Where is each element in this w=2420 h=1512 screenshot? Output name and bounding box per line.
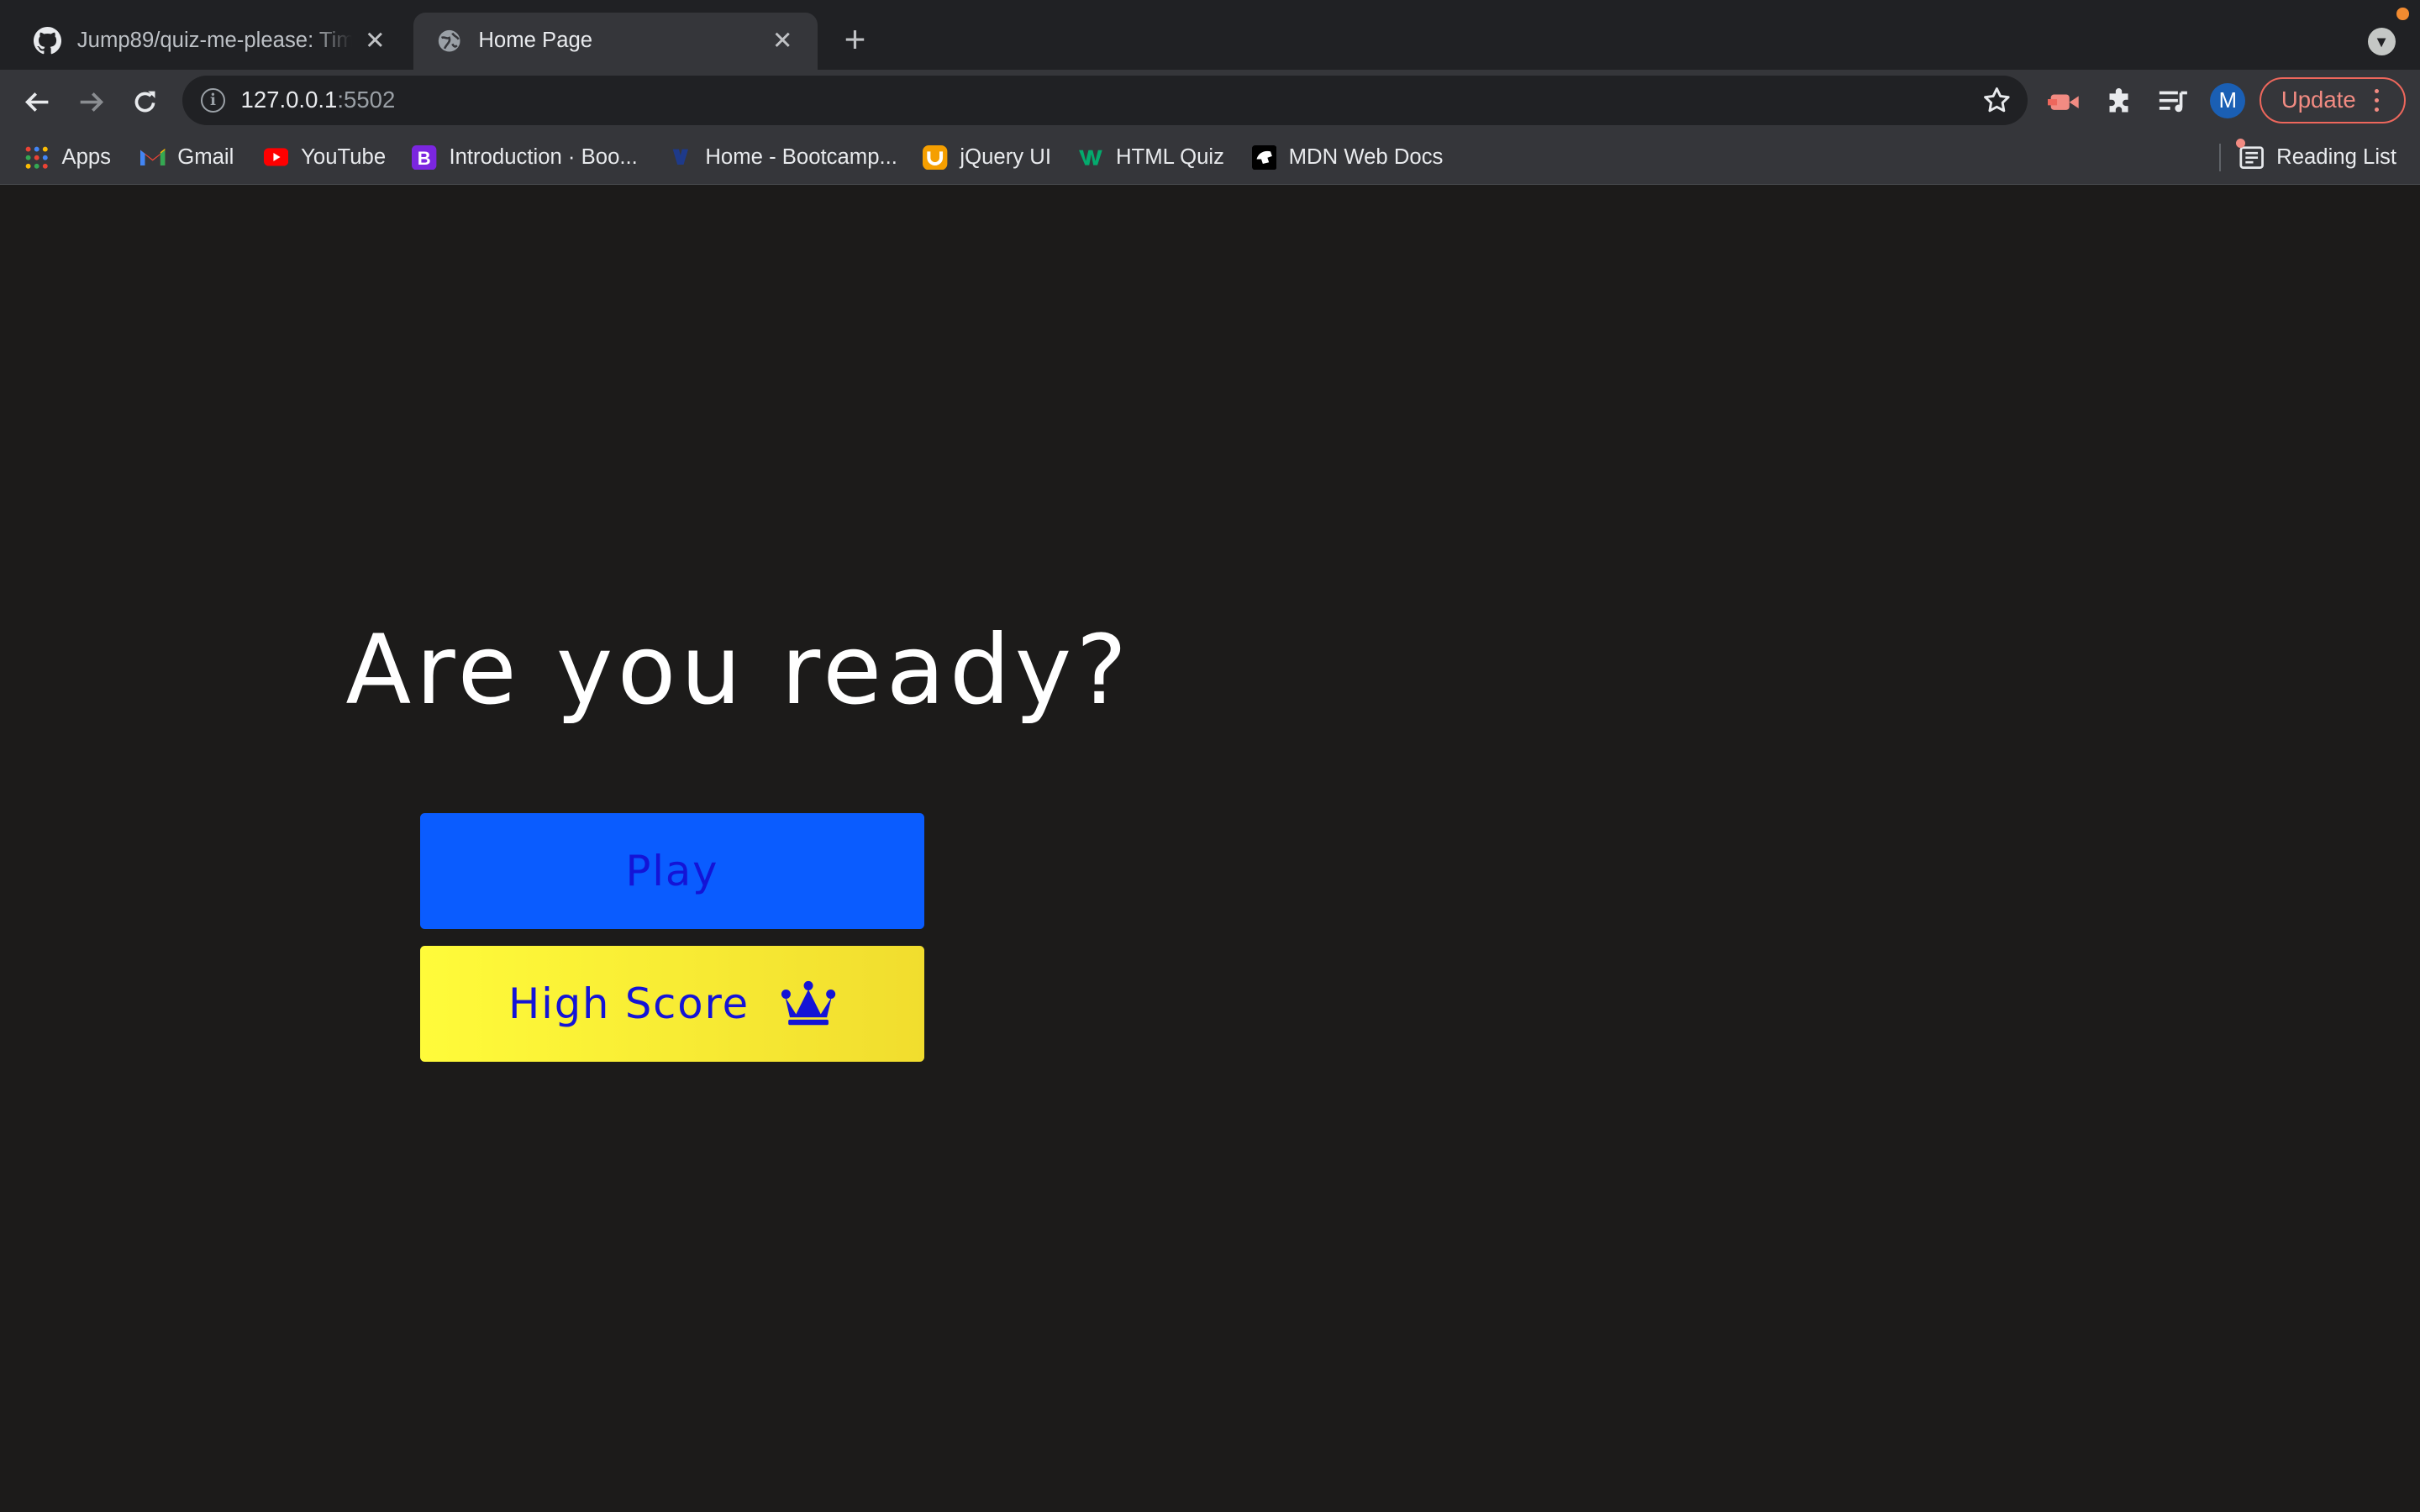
site-info-icon[interactable]: i bbox=[200, 87, 226, 113]
page-content: Are you ready? Play High Score bbox=[0, 186, 2420, 1512]
reload-icon[interactable] bbox=[125, 81, 166, 122]
bookmark-jquery-ui[interactable]: jQuery UI bbox=[923, 144, 1051, 171]
bookmark-label: HTML Quiz bbox=[1115, 144, 1224, 169]
gmail-icon bbox=[140, 145, 166, 170]
address-bar[interactable]: i 127.0.0.1:5502 bbox=[182, 75, 2028, 125]
reading-list-button[interactable]: Reading List bbox=[2236, 139, 2397, 171]
bookmark-gmail[interactable]: Gmail bbox=[140, 144, 234, 171]
bookmark-label: Apps bbox=[61, 144, 112, 169]
bookmark-introduction-boo[interactable]: B Introduction · Boo... bbox=[412, 144, 638, 171]
bookmark-youtube[interactable]: YouTube bbox=[264, 144, 386, 171]
page-headline: Are you ready? bbox=[345, 614, 1132, 726]
play-button[interactable]: Play bbox=[419, 812, 925, 929]
extensions-puzzle-icon[interactable] bbox=[2099, 81, 2139, 122]
bookmark-label: jQuery UI bbox=[960, 144, 1051, 169]
bookmark-label: Gmail bbox=[177, 144, 234, 169]
bookmark-mdn-web-docs[interactable]: MDN Web Docs bbox=[1251, 144, 1444, 171]
reading-list-icon bbox=[2236, 139, 2265, 170]
tab-github[interactable]: Jump89/quiz-me-please: Timed ✕ bbox=[13, 13, 411, 70]
back-icon[interactable] bbox=[17, 81, 57, 122]
tab-strip: Jump89/quiz-me-please: Timed ✕ Home Page… bbox=[0, 0, 2420, 70]
bookmarks-divider bbox=[2219, 143, 2222, 171]
globe-icon bbox=[435, 27, 463, 55]
url-text: 127.0.0.1:5502 bbox=[241, 87, 396, 113]
tab-title: Jump89/quiz-me-please: Timed bbox=[76, 29, 352, 53]
bootstrap-icon: B bbox=[412, 144, 437, 170]
reading-list-label: Reading List bbox=[2276, 144, 2397, 169]
svg-text:B: B bbox=[418, 148, 431, 169]
browser-window: Jump89/quiz-me-please: Timed ✕ Home Page… bbox=[0, 0, 2420, 1512]
bookmark-home-bootcamp[interactable]: Home - Bootcamp... bbox=[668, 144, 897, 171]
github-icon bbox=[34, 27, 62, 55]
apps-grid-icon bbox=[24, 145, 49, 170]
bookmark-label: Introduction · Boo... bbox=[449, 144, 638, 169]
bookmark-html-quiz[interactable]: HTML Quiz bbox=[1078, 144, 1224, 171]
play-button-label: Play bbox=[625, 846, 719, 895]
bootcamp-icon bbox=[668, 145, 692, 170]
mdn-icon bbox=[1251, 144, 1276, 170]
high-score-button[interactable]: High Score bbox=[419, 945, 925, 1062]
close-tab-icon[interactable]: ✕ bbox=[769, 27, 797, 55]
notification-dot bbox=[2396, 8, 2410, 20]
update-button[interactable]: Update bbox=[2259, 76, 2407, 123]
bookmark-label: Home - Bootcamp... bbox=[705, 144, 897, 169]
bookmark-star-icon[interactable] bbox=[1981, 85, 2012, 116]
tab-search-icon[interactable]: ▼ bbox=[2367, 28, 2396, 56]
update-label: Update bbox=[2281, 87, 2356, 113]
bookmark-apps[interactable]: Apps bbox=[24, 144, 111, 171]
more-menu-icon[interactable] bbox=[2374, 88, 2380, 113]
youtube-icon bbox=[264, 145, 289, 170]
bookmark-label: YouTube bbox=[301, 144, 387, 169]
bookmark-label: MDN Web Docs bbox=[1288, 144, 1444, 169]
crown-icon bbox=[781, 980, 836, 1026]
high-score-button-label: High Score bbox=[508, 979, 750, 1028]
url-host: 127.0.0.1 bbox=[240, 87, 338, 113]
new-tab-icon[interactable]: + bbox=[837, 19, 874, 60]
forward-icon[interactable] bbox=[71, 81, 111, 122]
url-port: :5502 bbox=[337, 87, 396, 113]
screen-recorder-extension-icon[interactable] bbox=[2045, 81, 2086, 122]
jquery-ui-icon bbox=[923, 144, 948, 170]
tab-home-page[interactable]: Home Page ✕ bbox=[413, 12, 818, 70]
w3schools-icon bbox=[1078, 145, 1103, 170]
close-tab-icon[interactable]: ✕ bbox=[361, 27, 389, 55]
profile-avatar[interactable]: M bbox=[2210, 83, 2246, 119]
tab-title: Home Page bbox=[478, 29, 593, 53]
media-controls-icon[interactable] bbox=[2153, 81, 2193, 122]
bookmarks-bar: Apps Gmail YouTube B Introduction · Boo.… bbox=[0, 131, 2420, 186]
browser-toolbar: i 127.0.0.1:5502 M Update bbox=[0, 69, 2420, 132]
